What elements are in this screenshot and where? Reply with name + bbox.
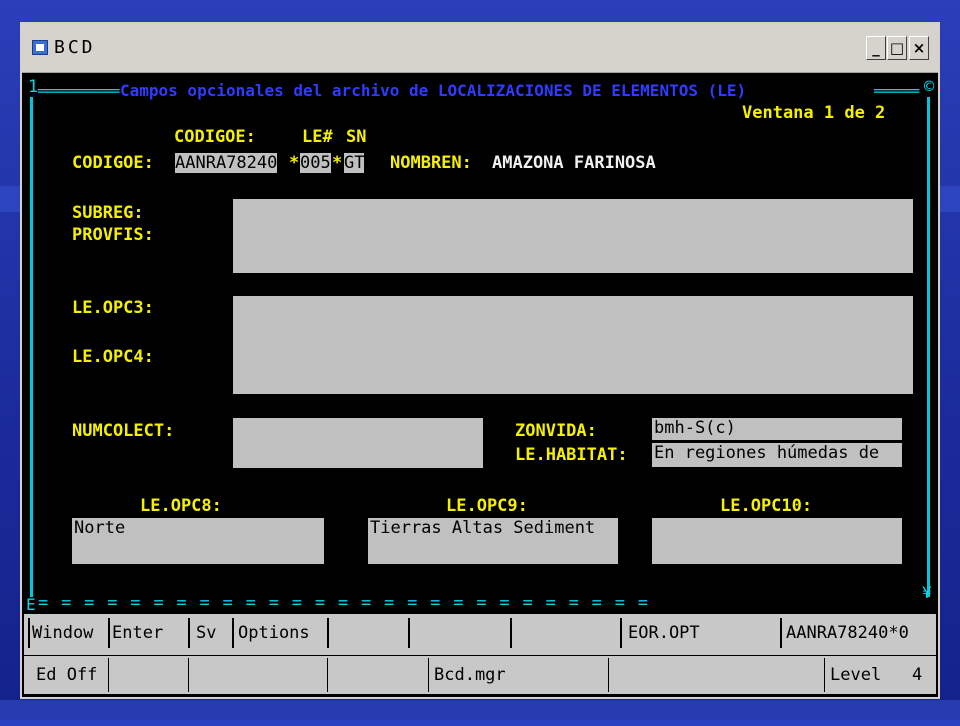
lehabitat-label: LE.HABITAT: <box>515 445 628 465</box>
leopc8-field[interactable]: Norte <box>72 518 324 564</box>
fkey-enter[interactable]: Enter <box>112 614 163 652</box>
separator <box>232 618 234 648</box>
leopc9-field[interactable]: Tierras Altas Sediment <box>368 518 618 564</box>
separator <box>428 658 429 692</box>
bottom-left-mark: E <box>26 595 36 613</box>
bar-divider <box>24 655 936 656</box>
window-indicator: Ventana 1 de 2 <box>742 103 886 123</box>
frame-top-border-right: ═════ <box>874 82 920 100</box>
nombren-value: AMAZONA FARINOSA <box>492 153 656 173</box>
fkey-record-id[interactable]: AANRA78240*0 <box>786 614 909 652</box>
separator <box>408 618 410 648</box>
fkey-sv[interactable]: Sv <box>196 614 216 652</box>
leopc8-label: LE.OPC8: <box>140 496 222 516</box>
header-sn: SN <box>346 127 367 147</box>
fkey-window[interactable]: Window <box>32 614 93 652</box>
minimize-button[interactable]: _ <box>866 36 886 60</box>
function-key-bar: Window Enter Sv Options EOR.OPT AANRA782… <box>24 614 936 694</box>
leopc10-field[interactable] <box>652 518 902 564</box>
subreg-label: SUBREG: <box>72 203 144 223</box>
separator <box>780 618 782 648</box>
separator <box>108 658 109 692</box>
le-number-field[interactable]: 005 <box>300 153 331 173</box>
sn-field[interactable]: GT <box>344 153 365 173</box>
le-separator: * <box>332 153 343 173</box>
frame-top-border-left: ═════════ <box>38 82 120 100</box>
lehabitat-field[interactable]: En regiones húmedas de <box>652 443 902 467</box>
nombren-label: NOMBREN: <box>390 153 472 173</box>
title-bar[interactable]: BCD _ □ × <box>22 24 938 73</box>
fkey-blank-1[interactable] <box>332 614 408 652</box>
separator <box>108 618 110 648</box>
separator <box>620 618 622 648</box>
leopc3-leopc4-field[interactable] <box>233 296 913 394</box>
bottom-rule: = = = = = = = = = = = = = = = = = = = = … <box>38 593 650 613</box>
codigoe-label: CODIGOE: <box>72 153 154 173</box>
zonvida-field[interactable]: bmh-S(c) <box>652 418 902 440</box>
leopc10-label: LE.OPC10: <box>720 496 813 516</box>
leopc9-label: LE.OPC9: <box>446 496 528 516</box>
bcd-window: BCD _ □ × 1 ═════════ Campos opcionales … <box>20 22 940 699</box>
separator <box>327 618 329 648</box>
codigoe-field[interactable]: AANRA78240 <box>175 153 278 173</box>
status-file: Bcd.mgr <box>434 665 506 685</box>
frame-left-border <box>30 97 33 597</box>
fkey-blank-2[interactable] <box>412 614 508 652</box>
fkey-eor-opt[interactable]: EOR.OPT <box>628 614 700 652</box>
header-codigoe: CODIGOE: <box>174 127 256 147</box>
status-level-value: 4 <box>912 665 923 685</box>
zonvida-label: ZONVIDA: <box>515 421 597 441</box>
app-icon[interactable] <box>32 40 48 55</box>
terminal-screen: 1 ═════════ Campos opcionales del archiv… <box>24 73 936 613</box>
separator <box>188 618 190 648</box>
separator <box>824 658 825 692</box>
maximize-button[interactable]: □ <box>887 36 907 60</box>
separator <box>510 618 512 648</box>
leopc4-label: LE.OPC4: <box>72 347 154 367</box>
provfis-label: PROVFIS: <box>72 225 154 245</box>
separator <box>327 658 328 692</box>
status-level-label: Level <box>830 665 882 685</box>
separator <box>608 658 609 692</box>
subreg-provfis-field[interactable] <box>233 199 913 273</box>
leopc3-label: LE.OPC3: <box>72 298 154 318</box>
frame-right-border <box>927 97 930 597</box>
window-title: BCD <box>54 37 96 58</box>
codigoe-separator: * <box>289 153 300 173</box>
separator <box>188 658 189 692</box>
frame-right-mark: © <box>924 77 935 97</box>
numcolect-field[interactable] <box>233 418 483 468</box>
header-le: LE# <box>302 127 333 147</box>
frame-left-mark: 1 <box>28 77 39 97</box>
fkey-options[interactable]: Options <box>238 614 310 652</box>
background-band <box>0 700 960 726</box>
separator <box>28 618 30 648</box>
status-mode: Ed Off <box>36 665 98 685</box>
numcolect-label: NUMCOLECT: <box>72 421 175 441</box>
bottom-right-mark: ¥ <box>922 583 932 602</box>
close-button[interactable]: × <box>909 36 929 60</box>
frame-title: Campos opcionales del archivo de LOCALIZ… <box>120 81 747 100</box>
